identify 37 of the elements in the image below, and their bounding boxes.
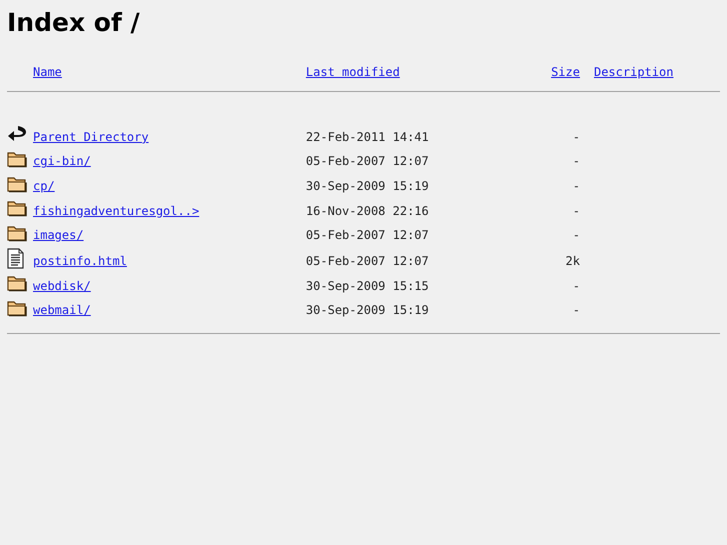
modified-date: 22-Feb-2011 14:41 <box>306 130 429 144</box>
file-link[interactable]: webmail/ <box>33 303 91 318</box>
file-link[interactable]: Parent Directory <box>33 130 149 144</box>
back-arrow-icon <box>7 124 27 144</box>
column-header-link[interactable]: Size <box>551 65 580 80</box>
file-size: - <box>572 303 580 318</box>
modified-date: 05-Feb-2007 12:07 <box>306 254 429 268</box>
column-header-link[interactable]: Last modified <box>306 65 400 80</box>
file-link[interactable]: webdisk/ <box>33 278 91 293</box>
modified-date: 05-Feb-2007 12:07 <box>306 228 429 242</box>
file-link[interactable]: images/ <box>33 228 84 242</box>
file-size: - <box>572 228 580 242</box>
page-title: Index of / <box>7 8 141 38</box>
file-size: - <box>572 130 580 144</box>
folder-icon <box>7 274 27 292</box>
document-icon <box>7 248 25 269</box>
folder-icon <box>7 224 27 242</box>
folder-icon <box>7 298 27 317</box>
modified-date: 16-Nov-2008 22:16 <box>306 204 429 218</box>
modified-date: 30-Sep-2009 15:19 <box>306 303 429 318</box>
modified-date: 30-Sep-2009 15:15 <box>306 278 429 293</box>
file-link[interactable]: cp/ <box>33 179 55 194</box>
file-size: - <box>572 179 580 194</box>
folder-icon <box>7 199 27 218</box>
file-size: - <box>572 204 580 218</box>
file-link[interactable]: fishingadventuresgol..> <box>33 204 200 218</box>
folder-icon <box>7 174 27 193</box>
file-size: - <box>572 278 580 293</box>
column-header-link[interactable]: Description <box>594 65 674 80</box>
column-header-link[interactable]: Name <box>33 65 62 80</box>
file-size: - <box>572 154 580 168</box>
folder-icon <box>7 150 27 168</box>
file-size: 2k <box>566 254 580 268</box>
modified-date: 05-Feb-2007 12:07 <box>306 154 429 168</box>
modified-date: 30-Sep-2009 15:19 <box>306 179 429 194</box>
file-link[interactable]: postinfo.html <box>33 254 127 268</box>
file-link[interactable]: cgi-bin/ <box>33 154 91 168</box>
